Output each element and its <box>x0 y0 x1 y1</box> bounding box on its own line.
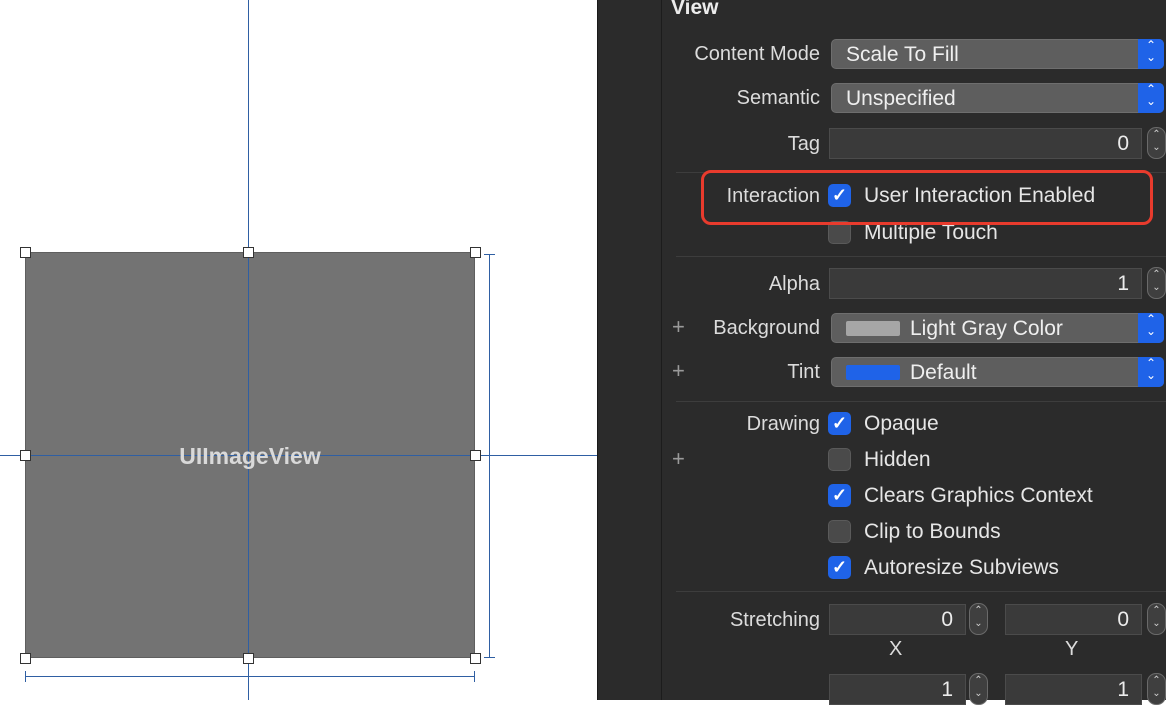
background-color-popup[interactable]: Light Gray Color ⌃ ⌄ <box>831 313 1164 343</box>
stretching-x-stepper[interactable]: ⌃ ⌄ <box>969 603 988 635</box>
stretching-y-field[interactable]: 0 <box>1005 604 1142 635</box>
image-view-label: UIImageView <box>179 443 321 469</box>
resize-handle-left[interactable] <box>20 450 31 461</box>
checkbox-box <box>828 448 851 471</box>
tag-stepper[interactable]: ⌃ ⌄ <box>1147 127 1166 159</box>
checkbox-label: Opaque <box>864 412 939 435</box>
alpha-value: 1 <box>1117 272 1129 295</box>
tint-label: Tint <box>787 361 820 383</box>
stretching-y-value: 0 <box>1117 608 1129 631</box>
stretching-y-caption: Y <box>1065 638 1079 660</box>
tint-color-value: Default <box>910 361 977 384</box>
highlight-annotation <box>701 170 1153 225</box>
tint-color-swatch <box>846 365 900 380</box>
resize-handle-bottom-right[interactable] <box>470 653 481 664</box>
stretching-y-stepper[interactable]: ⌃ ⌄ <box>1147 603 1166 635</box>
checkbox-label: Clip to Bounds <box>864 520 1001 543</box>
stretching-x-caption: X <box>889 638 903 660</box>
add-variation-plus-icon[interactable]: + <box>672 448 685 470</box>
height-dimension-cap-bottom <box>484 657 495 658</box>
width-dimension-cap-left <box>25 671 26 682</box>
stretching-width-field[interactable]: 1 <box>829 674 966 705</box>
inspector-gutter <box>597 0 661 700</box>
checkbox-box <box>828 520 851 543</box>
content-mode-value: Scale To Fill <box>846 43 959 66</box>
drawing-label: Drawing <box>746 413 820 435</box>
stretching-label: Stretching <box>729 609 820 631</box>
stretching-height-value: 1 <box>1117 678 1129 701</box>
design-canvas[interactable]: UIImageView <box>0 0 597 700</box>
content-mode-popup[interactable]: Scale To Fill ⌃ ⌄ <box>831 39 1164 69</box>
tag-label: Tag <box>787 133 820 155</box>
semantic-popup[interactable]: Unspecified ⌃ ⌄ <box>831 83 1164 113</box>
tint-color-popup[interactable]: Default ⌃ ⌄ <box>831 357 1164 387</box>
stretching-height-field[interactable]: 1 <box>1005 674 1142 705</box>
resize-handle-top[interactable] <box>243 247 254 258</box>
resize-handle-bottom[interactable] <box>243 653 254 664</box>
stretching-width-stepper[interactable]: ⌃ ⌄ <box>969 673 988 705</box>
resize-handle-right[interactable] <box>470 450 481 461</box>
divider <box>676 401 1166 402</box>
checkbox-label: Clears Graphics Context <box>864 484 1093 507</box>
checkbox-label: Hidden <box>864 448 931 471</box>
attributes-inspector: View Content Mode Scale To Fill ⌃ ⌄ Seman… <box>661 0 1166 705</box>
divider <box>676 591 1166 592</box>
stretching-width-value: 1 <box>941 678 953 701</box>
width-dimension-cap-right <box>474 671 475 682</box>
stretching-height-stepper[interactable]: ⌃ ⌄ <box>1147 673 1166 705</box>
stretching-x-field[interactable]: 0 <box>829 604 966 635</box>
alpha-field[interactable]: 1 <box>829 268 1142 299</box>
semantic-label: Semantic <box>736 87 820 109</box>
alpha-label: Alpha <box>768 273 820 295</box>
width-dimension-line <box>25 676 475 677</box>
popup-chevron-icon: ⌃ ⌄ <box>1138 39 1164 69</box>
content-mode-label: Content Mode <box>694 43 820 65</box>
height-dimension-line <box>489 254 490 658</box>
background-color-swatch <box>846 321 900 336</box>
tag-value: 0 <box>1117 132 1129 155</box>
height-dimension-cap-top <box>484 254 495 255</box>
resize-handle-top-right[interactable] <box>470 247 481 258</box>
tag-field[interactable]: 0 <box>829 128 1142 159</box>
resize-handle-top-left[interactable] <box>20 247 31 258</box>
alpha-stepper[interactable]: ⌃ ⌄ <box>1147 267 1166 299</box>
checkmark-icon: ✓ <box>828 484 851 507</box>
checkmark-icon: ✓ <box>828 556 851 579</box>
background-label: Background <box>713 317 820 339</box>
divider <box>676 256 1166 257</box>
popup-chevron-icon: ⌃ ⌄ <box>1138 83 1164 113</box>
checkmark-icon: ✓ <box>828 412 851 435</box>
popup-chevron-icon: ⌃ ⌄ <box>1138 357 1164 387</box>
checkbox-label: Autoresize Subviews <box>864 556 1059 579</box>
resize-handle-bottom-left[interactable] <box>20 653 31 664</box>
popup-chevron-icon: ⌃ ⌄ <box>1138 313 1164 343</box>
background-color-value: Light Gray Color <box>910 317 1063 340</box>
section-title: View <box>671 0 719 19</box>
stretching-x-value: 0 <box>941 608 953 631</box>
semantic-value: Unspecified <box>846 87 956 110</box>
